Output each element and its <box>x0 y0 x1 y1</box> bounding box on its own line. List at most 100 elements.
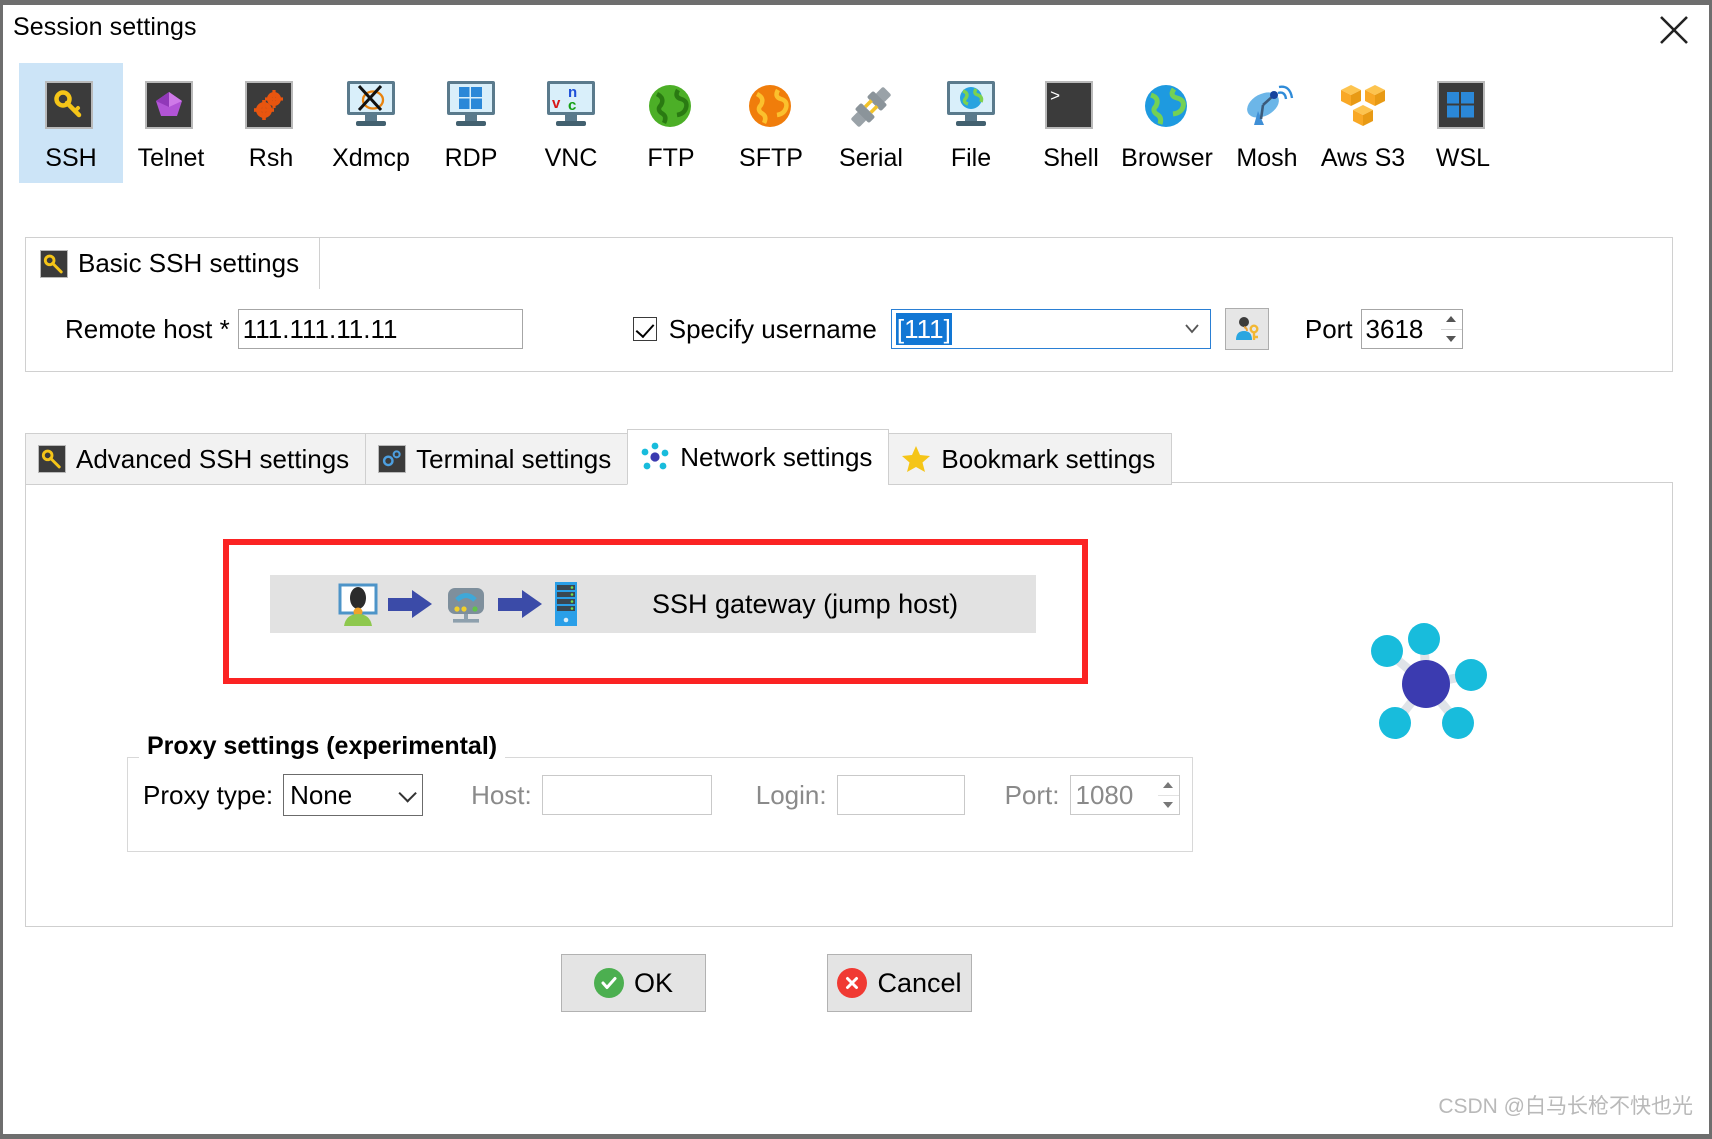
network-nodes-icon <box>1361 619 1491 749</box>
protocol-label: Browser <box>1121 144 1213 172</box>
tab-label: Network settings <box>680 441 873 472</box>
username-value: [111] <box>895 313 952 345</box>
user-monitor-icon <box>336 582 380 626</box>
remote-host-input[interactable] <box>237 309 523 349</box>
watermark: CSDN @白马长枪不快也光 <box>1438 1095 1693 1118</box>
proxy-type-label: Proxy type: <box>143 779 274 810</box>
username-combobox[interactable]: [111] <box>890 309 1211 349</box>
terminal-icon: > <box>1045 81 1097 133</box>
port-label: Port <box>1304 313 1353 344</box>
port-spinner[interactable] <box>1440 309 1463 349</box>
protocol-xdmcp[interactable]: Xdmcp <box>319 63 423 183</box>
gateway-label: SSH gateway (jump host) <box>652 588 959 619</box>
plug-icon <box>845 81 897 133</box>
proxy-type-value: None <box>290 779 353 810</box>
gem-icon <box>145 81 197 133</box>
key-icon <box>40 249 68 278</box>
protocol-shell[interactable]: > Shell <box>1019 63 1123 183</box>
port-input[interactable] <box>1360 309 1441 349</box>
chevron-down-icon <box>1184 322 1199 336</box>
protocol-ftp[interactable]: FTP <box>619 63 723 183</box>
protocol-vnc[interactable]: v n c VNC <box>519 63 623 183</box>
protocol-selector: SSH Telnet Rsh Xdmcp RDP v n c VNC FTP S… <box>3 57 1709 189</box>
protocol-label: Shell <box>1043 144 1099 172</box>
protocol-label: RDP <box>444 144 498 172</box>
tab-label: Basic SSH settings <box>78 248 300 278</box>
svg-text:v: v <box>552 95 561 112</box>
protocol-wsl[interactable]: WSL <box>1411 63 1515 183</box>
protocol-label: FTP <box>647 144 695 172</box>
arrow-right-icon <box>498 589 544 619</box>
proxy-type-select[interactable]: None <box>283 774 424 816</box>
session-settings-dialog: Session settings SSH Telnet Rsh Xdmcp RD… <box>0 0 1712 1139</box>
protocol-label: SFTP <box>739 144 803 172</box>
tab-network-settings[interactable]: Network settings <box>627 429 890 485</box>
title-bar: Session settings <box>3 5 1709 55</box>
tab-basic-ssh-settings[interactable]: Basic SSH settings <box>25 237 321 289</box>
protocol-file[interactable]: File <box>919 63 1023 183</box>
specify-username-label: Specify username <box>668 313 877 344</box>
windows-monitor-icon <box>445 81 497 133</box>
ssh-gateway-button[interactable]: SSH gateway (jump host) <box>270 575 1036 633</box>
page-title: Session settings <box>13 13 197 41</box>
gears-icon <box>245 81 297 133</box>
specify-username-checkbox[interactable] <box>632 317 657 341</box>
ok-label: OK <box>633 967 673 998</box>
aws-cubes-icon <box>1337 81 1389 133</box>
satellite-icon <box>1241 81 1294 133</box>
protocol-ssh[interactable]: SSH <box>19 63 123 183</box>
remote-host-label: Remote host * <box>65 313 230 344</box>
protocol-aws-s3[interactable]: Aws S3 <box>1311 63 1415 183</box>
tab-label: Advanced SSH settings <box>76 443 350 474</box>
protocol-label: Rsh <box>248 144 294 172</box>
svg-text:>: > <box>1050 88 1060 107</box>
windows-tile-icon <box>1437 81 1489 133</box>
protocol-label: Telnet <box>137 144 205 172</box>
ok-button[interactable]: OK <box>561 954 706 1012</box>
gateway-device-icon <box>442 582 490 626</box>
proxy-login-input[interactable] <box>836 775 965 815</box>
orange-globe-icon <box>745 81 797 133</box>
proxy-port-spinner[interactable] <box>1157 775 1180 815</box>
chevron-down-icon <box>398 784 417 803</box>
vnc-monitor-icon: v n c <box>545 81 597 133</box>
proxy-settings-row: Proxy type: None Host: Login: Port: <box>143 770 1180 820</box>
tab-bookmark-settings[interactable]: Bookmark settings <box>888 433 1173 485</box>
protocol-rdp[interactable]: RDP <box>419 63 523 183</box>
protocol-label: Mosh <box>1236 144 1298 172</box>
close-icon[interactable] <box>1651 9 1697 51</box>
protocol-sftp[interactable]: SFTP <box>719 63 823 183</box>
tab-terminal-settings[interactable]: Terminal settings <box>365 433 629 485</box>
protocol-label: SSH <box>45 144 97 172</box>
tab-label: Terminal settings <box>416 443 612 474</box>
settings-tabs: Advanced SSH settings Terminal settings <box>25 427 1673 485</box>
protocol-telnet[interactable]: Telnet <box>119 63 223 183</box>
server-rack-icon <box>552 581 580 627</box>
tab-advanced-ssh-settings[interactable]: Advanced SSH settings <box>25 433 367 485</box>
tab-label: Bookmark settings <box>941 443 1156 474</box>
proxy-login-label: Login: <box>755 779 827 810</box>
blue-globe-icon <box>1141 81 1193 133</box>
user-key-icon[interactable] <box>1224 308 1269 350</box>
check-circle-icon <box>593 968 624 998</box>
cancel-label: Cancel <box>877 967 962 998</box>
protocol-mosh[interactable]: Mosh <box>1215 63 1319 183</box>
globe-monitor-icon <box>945 81 997 133</box>
basic-settings-row: Remote host * Specify username [111] Por… <box>25 293 1673 365</box>
svg-text:c: c <box>568 97 576 112</box>
proxy-host-input[interactable] <box>541 775 712 815</box>
star-icon <box>901 444 931 474</box>
protocol-label: Xdmcp <box>332 144 410 172</box>
arrow-right-icon <box>388 589 434 619</box>
protocol-serial[interactable]: Serial <box>819 63 923 183</box>
x-monitor-icon <box>345 81 397 133</box>
protocol-label: Aws S3 <box>1320 144 1406 172</box>
proxy-port-input[interactable] <box>1069 775 1158 815</box>
key-icon <box>38 445 66 473</box>
green-globe-icon <box>645 81 697 133</box>
cancel-button[interactable]: Cancel <box>827 954 972 1012</box>
protocol-rsh[interactable]: Rsh <box>219 63 323 183</box>
key-icon <box>45 81 97 133</box>
terminal-settings-icon <box>378 445 407 473</box>
protocol-browser[interactable]: Browser <box>1115 63 1219 183</box>
